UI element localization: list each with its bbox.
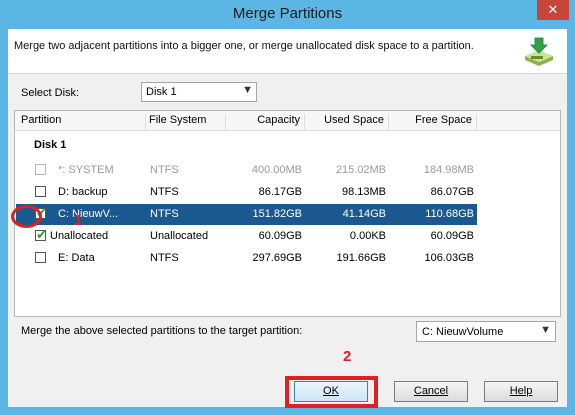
cell-free-space: 184.98MB xyxy=(423,164,474,176)
disk-select-value: Disk 1 xyxy=(146,86,177,98)
window-title: Merge Partitions xyxy=(232,5,343,22)
target-partition-select[interactable]: C: NieuwVolume ▼ xyxy=(416,321,556,342)
column-partition[interactable]: Partition xyxy=(21,114,146,130)
annotation-circle xyxy=(11,205,42,228)
column-used-space[interactable]: Used Space xyxy=(305,114,389,130)
cell-free-space: 110.68GB xyxy=(425,208,474,220)
chevron-down-icon[interactable]: ▼ xyxy=(540,324,551,336)
annotation-rectangle xyxy=(285,376,378,408)
row-checkbox[interactable] xyxy=(35,186,46,197)
cell-free-space: 106.03GB xyxy=(424,252,474,264)
disk-select[interactable]: Disk 1 ▼ xyxy=(141,82,257,102)
merge-partitions-window: Merge Partitions ✕ Merge two adjacent pa… xyxy=(0,0,575,415)
row-checkbox[interactable]: ✔ xyxy=(35,227,47,242)
row-checkbox[interactable] xyxy=(35,164,46,175)
cell-capacity: 86.17GB xyxy=(258,186,302,198)
cell-used-space: 191.66GB xyxy=(336,252,386,264)
target-partition-label: Merge the above selected partitions to t… xyxy=(21,325,303,337)
cell-capacity: 60.09GB xyxy=(258,230,302,242)
header-description: Merge two adjacent partitions into a big… xyxy=(14,40,474,52)
cell-partition: D: backup xyxy=(58,186,108,198)
annotation-step-1: 1 xyxy=(74,212,83,229)
column-file-system[interactable]: File System xyxy=(149,114,226,130)
cell-used-space: 98.13MB xyxy=(341,186,386,198)
annotation-step-2: 2 xyxy=(343,348,352,365)
cell-file-system: NTFS xyxy=(150,186,179,198)
close-icon: ✕ xyxy=(547,2,559,17)
cell-partition: Unallocated xyxy=(50,230,109,242)
cell-file-system: Unallocated xyxy=(150,230,209,242)
cell-free-space: 86.07GB xyxy=(430,186,474,198)
help-button[interactable]: Help xyxy=(484,381,558,402)
partition-table: Partition File System Capacity Used Spac… xyxy=(14,110,561,317)
cell-free-space: 60.09GB xyxy=(430,230,474,242)
title-bar[interactable]: Merge Partitions ✕ xyxy=(0,0,575,28)
dialog-body: Merge two adjacent partitions into a big… xyxy=(8,29,567,407)
cell-partition: C: NieuwV... xyxy=(58,208,119,220)
cell-file-system: NTFS xyxy=(150,164,179,176)
column-free-space[interactable]: Free Space xyxy=(389,114,477,130)
select-disk-label: Select Disk: xyxy=(21,87,80,99)
cell-capacity: 151.82GB xyxy=(252,208,302,220)
table-row[interactable]: *: SYSTEM NTFS 400.00MB 215.02MB 184.98M… xyxy=(16,160,477,181)
disk-group-label: Disk 1 xyxy=(34,139,67,151)
table-row[interactable]: ✔ Unallocated Unallocated 60.09GB 0.00KB… xyxy=(16,226,477,247)
cancel-button[interactable]: Cancel xyxy=(394,381,468,402)
cell-partition: E: Data xyxy=(58,252,95,264)
table-row[interactable]: D: backup NTFS 86.17GB 98.13MB 86.07GB xyxy=(16,182,477,203)
cell-used-space: 41.14GB xyxy=(342,208,386,220)
cancel-button-label: Cancel xyxy=(413,385,449,397)
help-button-label: Help xyxy=(509,385,533,397)
cell-used-space: 215.02MB xyxy=(335,164,386,176)
table-row[interactable]: E: Data NTFS 297.69GB 191.66GB 106.03GB xyxy=(16,248,477,269)
cell-file-system: NTFS xyxy=(150,208,179,220)
table-row[interactable]: ✔ C: NieuwV... NTFS 151.82GB 41.14GB 110… xyxy=(16,204,477,225)
target-partition-value: C: NieuwVolume xyxy=(422,326,504,338)
table-header: Partition File System Capacity Used Spac… xyxy=(15,111,560,131)
merge-disk-icon xyxy=(525,37,553,66)
cell-capacity: 400.00MB xyxy=(251,164,302,176)
row-checkbox[interactable] xyxy=(35,252,46,263)
cell-file-system: NTFS xyxy=(150,252,179,264)
checkmark-icon: ✔ xyxy=(36,227,47,242)
header-panel: Merge two adjacent partitions into a big… xyxy=(8,29,567,74)
column-capacity[interactable]: Capacity xyxy=(225,114,305,130)
chevron-down-icon[interactable]: ▼ xyxy=(242,84,253,96)
cell-capacity: 297.69GB xyxy=(252,252,302,264)
cell-partition: *: SYSTEM xyxy=(58,164,114,176)
close-button[interactable]: ✕ xyxy=(537,0,569,20)
cell-used-space: 0.00KB xyxy=(349,230,386,242)
